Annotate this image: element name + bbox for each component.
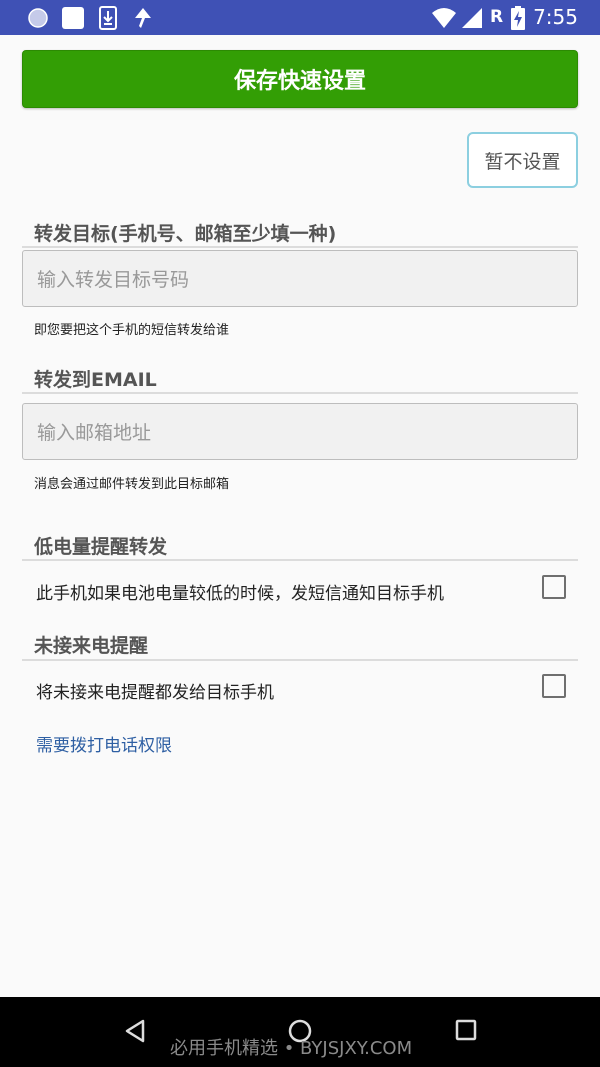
wifi-icon — [430, 0, 458, 35]
signal-icon — [460, 0, 484, 35]
square-icon — [60, 0, 86, 35]
recents-icon[interactable] — [455, 1019, 477, 1045]
call-permission-link[interactable]: 需要拨打电话权限 — [36, 731, 172, 756]
battery-charging-icon — [510, 0, 526, 35]
clock: 7:55 — [533, 5, 578, 29]
section-divider — [22, 392, 578, 394]
back-icon[interactable] — [124, 1019, 146, 1047]
status-bar: R 7:55 — [0, 0, 600, 35]
email-input[interactable]: 输入邮箱地址 — [22, 403, 578, 460]
low-battery-option-label: 此手机如果电池电量较低的时候，发短信通知目标手机 — [36, 584, 444, 604]
email-hint: 消息会通过邮件转发到此目标邮箱 — [34, 477, 230, 492]
watermark: 必用手机精选 • BYJSJXY.COM — [170, 1038, 413, 1059]
download-icon — [98, 0, 118, 35]
save-quick-settings-button[interactable]: 保存快速设置 — [22, 50, 578, 108]
section-divider — [22, 559, 578, 561]
section-divider — [22, 246, 578, 248]
skip-setup-button[interactable]: 暂不设置 — [467, 132, 578, 188]
missed-call-checkbox[interactable] — [542, 674, 566, 698]
network-type-label: R — [490, 7, 504, 27]
phone-number-placeholder: 输入转发目标号码 — [37, 269, 190, 291]
missed-call-option-label: 将未接来电提醒都发给目标手机 — [36, 683, 274, 703]
circle-icon — [26, 0, 50, 35]
phone-number-hint: 即您要把这个手机的短信转发给谁 — [34, 323, 230, 338]
missed-call-title: 未接来电提醒 — [34, 635, 149, 657]
low-battery-title: 低电量提醒转发 — [34, 536, 168, 558]
email-placeholder: 输入邮箱地址 — [37, 422, 152, 444]
phone-number-input[interactable]: 输入转发目标号码 — [22, 250, 578, 307]
email-title: 转发到EMAIL — [34, 369, 157, 391]
low-battery-checkbox[interactable] — [542, 575, 566, 599]
sync-icon — [130, 0, 156, 35]
section-divider — [22, 659, 578, 661]
forward-target-title: 转发目标(手机号、邮箱至少填一种) — [34, 223, 337, 245]
